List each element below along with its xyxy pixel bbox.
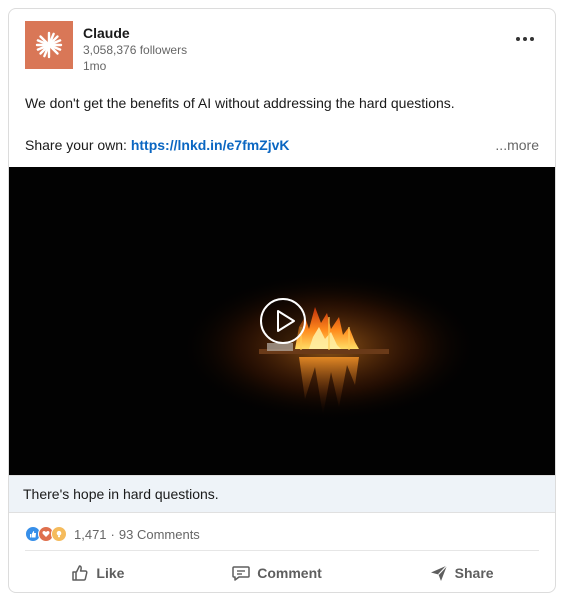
share-prefix: Share your own: (25, 137, 131, 153)
see-more-button[interactable]: ...more (495, 135, 539, 155)
comment-count[interactable]: 93 Comments (119, 527, 200, 542)
play-button[interactable] (259, 297, 307, 345)
post-time: 1mo (83, 59, 107, 73)
post-header: Claude 3,058,376 followers 1mo (25, 21, 539, 85)
author-info: Claude 3,058,376 followers 1mo (83, 24, 187, 74)
play-icon (260, 298, 306, 344)
reaction-icons[interactable] (25, 526, 67, 542)
insightful-reaction-icon (51, 526, 67, 542)
author-name[interactable]: Claude (83, 24, 187, 42)
post-text-line: We don't get the benefits of AI without … (25, 95, 455, 111)
post-card: Claude 3,058,376 followers 1mo We don't … (8, 8, 556, 593)
post-link[interactable]: https://lnkd.in/e7fmZjvK (131, 137, 290, 153)
video-player[interactable] (9, 167, 555, 475)
follower-count: 3,058,376 followers (83, 43, 188, 57)
separator: · (110, 526, 115, 542)
divider (25, 550, 539, 551)
share-label: Share (454, 565, 494, 581)
post-body: We don't get the benefits of AI without … (25, 93, 539, 155)
action-bar: Like Comment Share (17, 557, 547, 589)
comment-label: Comment (257, 565, 322, 581)
post-share-line: Share your own: https://lnkd.in/e7fmZjvK… (25, 135, 539, 155)
reaction-count[interactable]: 1,471 (74, 527, 107, 542)
company-logo[interactable] (25, 21, 73, 69)
comment-icon (232, 566, 250, 581)
social-counts: 1,471 · 93 Comments (25, 523, 539, 545)
comment-button[interactable]: Comment (219, 557, 334, 589)
send-icon (430, 565, 448, 581)
like-button[interactable]: Like (58, 557, 136, 589)
video-caption[interactable]: There's hope in hard questions. (9, 475, 555, 513)
video-caption-text: There's hope in hard questions. (23, 486, 219, 502)
claude-spark-icon (35, 31, 63, 59)
more-options-icon[interactable] (511, 29, 539, 49)
like-label: Like (96, 565, 125, 581)
thumbs-up-icon (72, 565, 88, 581)
share-button[interactable]: Share (417, 557, 506, 589)
